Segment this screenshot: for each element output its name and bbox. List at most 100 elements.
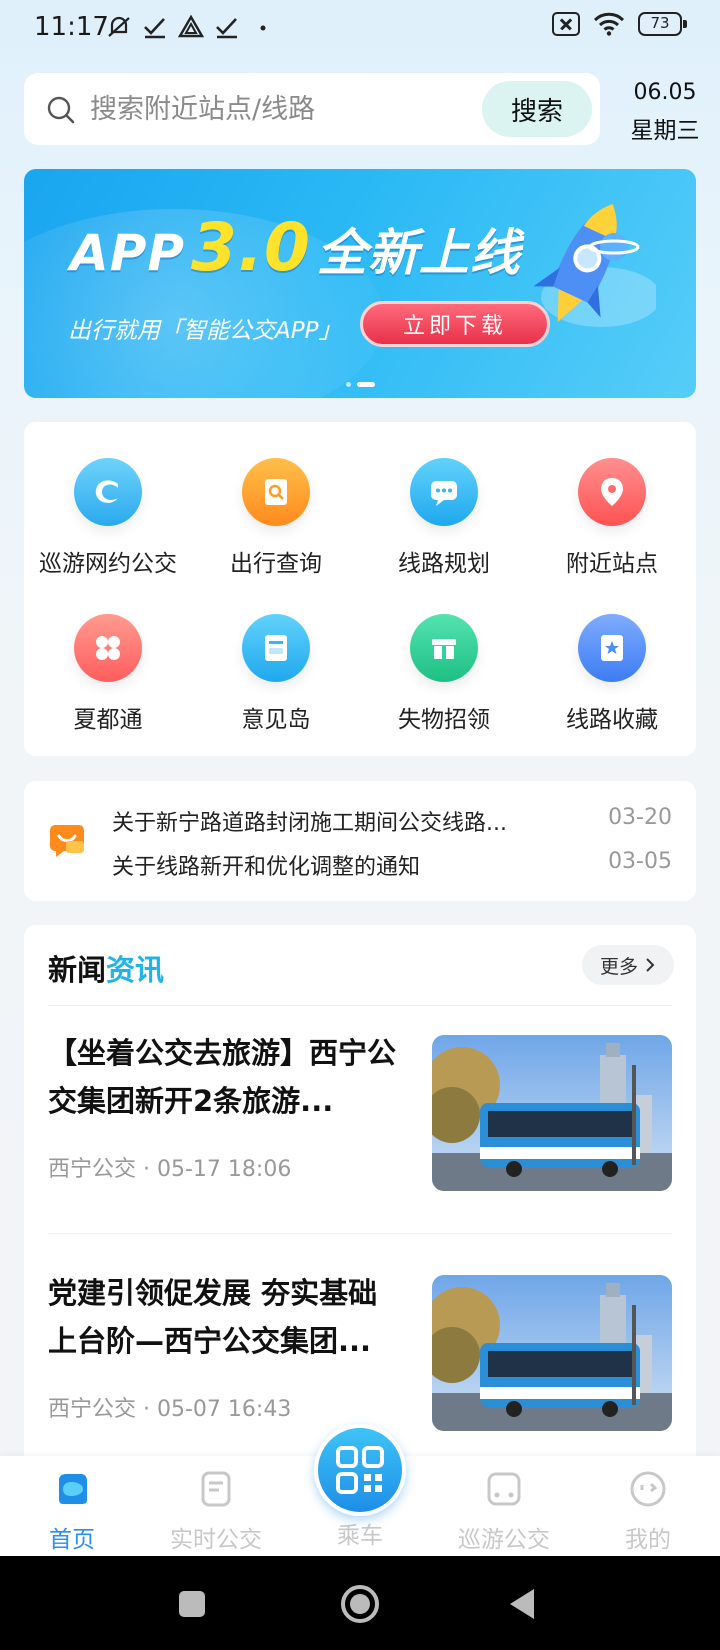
news-source: 西宁公交 <box>48 1397 137 1422</box>
mute-icon <box>106 14 132 40</box>
news-thumbnail <box>432 1275 672 1431</box>
news-more-button[interactable]: 更多 <box>582 945 674 985</box>
feature-route-favorites[interactable]: 线路收藏 <box>528 578 696 733</box>
date-display: 06.05 星期三 <box>620 80 710 145</box>
feature-travel-query[interactable]: 出行查询 <box>192 422 360 577</box>
notice-item[interactable]: 关于线路新开和优化调整的通知 03-05 <box>112 849 672 880</box>
news-section: 新闻资讯 更多 【坐着公交去旅游】西宁公交集团新开2条旅游... 西宁公交 · … <box>24 925 696 1465</box>
notice-item[interactable]: 关于新宁路道路封闭施工期间公交线路... 03-20 <box>112 805 672 836</box>
feature-xiadu-tong[interactable]: 夏都通 <box>24 578 192 733</box>
doc-search-icon <box>242 458 310 526</box>
notice-board: 关于新宁路道路封闭施工期间公交线路... 03-20 关于线路新开和优化调整的通… <box>24 781 696 901</box>
nav-label: 乘车 <box>337 1523 383 1549</box>
tab-cruise-bus[interactable]: 巡游公交 <box>432 1456 576 1556</box>
date-day: 06.05 <box>633 80 697 105</box>
feature-nearby-stops[interactable]: 附近站点 <box>528 422 696 577</box>
tab-home[interactable]: 首页 <box>0 1456 144 1556</box>
news-time: 05-07 16:43 <box>157 1397 292 1422</box>
news-title: 【坐着公交去旅游】西宁公交集团新开2条旅游... <box>48 1036 397 1118</box>
check-icon <box>142 14 168 40</box>
nav-label: 实时公交 <box>170 1527 262 1553</box>
status-time: 11:17 <box>34 12 109 42</box>
announcement-icon <box>50 825 84 857</box>
tab-realtime-bus[interactable]: 实时公交 <box>144 1456 288 1556</box>
news-source: 西宁公交 <box>48 1157 137 1182</box>
feature-label: 夏都通 <box>73 707 143 733</box>
battery-indicator: 73 <box>638 12 687 36</box>
no-sim-icon <box>552 12 580 36</box>
date-weekday: 星期三 <box>630 118 700 144</box>
chat-bubble-icon <box>410 458 478 526</box>
search-button[interactable]: 搜索 <box>482 81 592 137</box>
feature-label: 失物招领 <box>398 707 490 733</box>
rocket-icon <box>533 204 656 327</box>
search-bar[interactable]: 搜索 <box>24 73 600 145</box>
check-icon <box>214 14 240 40</box>
dot-icon <box>250 14 276 40</box>
profile-face-icon <box>630 1471 666 1507</box>
news-title: 党建引领促发展 夯实基础上台阶—西宁公交集团... <box>48 1276 378 1358</box>
feature-lost-found[interactable]: 失物招领 <box>360 578 528 733</box>
bus-front-icon <box>487 1472 521 1506</box>
feature-grid: 巡游网约公交 出行查询 线路规划 附近站点 夏都通 意见岛 失物招领 线路收藏 <box>24 422 696 756</box>
news-more-label: 更多 <box>599 955 638 978</box>
feature-label: 出行查询 <box>230 551 322 577</box>
search-icon <box>47 96 75 124</box>
chevron-right-icon <box>646 958 655 972</box>
qr-code-icon <box>336 1446 384 1494</box>
news-thumbnail <box>432 1035 672 1191</box>
banner-dot-active[interactable] <box>357 382 375 387</box>
search-input[interactable] <box>90 91 470 127</box>
home-button-icon[interactable] <box>340 1584 380 1624</box>
news-meta: 西宁公交 · 05-17 18:06 <box>48 1157 292 1182</box>
banner-subtitle: 出行就用「智能公交APP」 <box>68 318 342 344</box>
news-meta: 西宁公交 · 05-07 16:43 <box>48 1397 292 1422</box>
banner-title-prefix: APP <box>70 224 185 282</box>
back-icon[interactable] <box>506 1586 538 1622</box>
location-pin-icon <box>578 458 646 526</box>
news-heading: 新闻资讯 <box>48 947 164 989</box>
banner-pagination <box>346 382 375 387</box>
nav-label: 首页 <box>49 1527 95 1553</box>
swirl-icon <box>74 458 142 526</box>
divider <box>48 1233 672 1234</box>
wifi-icon <box>594 12 624 36</box>
home-icon <box>59 1474 87 1504</box>
system-status: 73 <box>552 12 687 36</box>
feature-label: 意见岛 <box>241 707 311 733</box>
ride-qr-button[interactable] <box>314 1424 406 1516</box>
status-bar: 11:17 73 <box>0 0 720 56</box>
grid-flower-icon <box>74 614 142 682</box>
news-heading-accent: 资讯 <box>106 953 165 987</box>
system-navigation-bar <box>0 1556 720 1650</box>
mailbox-icon <box>242 614 310 682</box>
recents-icon[interactable] <box>176 1588 208 1620</box>
divider <box>48 1005 672 1006</box>
feature-label: 巡游网约公交 <box>39 551 177 577</box>
notice-title: 关于线路新开和优化调整的通知 <box>112 855 421 880</box>
banner-title: APP3.0 全新上线 <box>70 209 521 286</box>
notice-date: 03-20 <box>608 805 672 830</box>
news-item[interactable]: 【坐着公交去旅游】西宁公交集团新开2条旅游... 西宁公交 · 05-17 18… <box>48 1029 672 1191</box>
news-heading-plain: 新闻 <box>48 953 107 987</box>
banner-title-version: 3.0 <box>191 209 311 286</box>
nav-label: 我的 <box>625 1527 671 1553</box>
news-item[interactable]: 党建引领促发展 夯实基础上台阶—西宁公交集团... 西宁公交 · 05-07 1… <box>48 1269 672 1431</box>
realtime-bus-icon <box>201 1471 231 1507</box>
notice-title: 关于新宁路道路封闭施工期间公交线路... <box>112 811 507 836</box>
banner-dot[interactable] <box>346 382 351 387</box>
tab-profile[interactable]: 我的 <box>576 1456 720 1556</box>
feature-cruise-bus[interactable]: 巡游网约公交 <box>24 422 192 577</box>
drive-icon <box>177 14 205 40</box>
notice-date: 03-05 <box>608 849 672 874</box>
feature-feedback[interactable]: 意见岛 <box>192 578 360 733</box>
banner-title-suffix: 全新上线 <box>316 224 521 282</box>
feature-route-planning[interactable]: 线路规划 <box>360 422 528 577</box>
box-icon <box>410 614 478 682</box>
feature-label: 线路规划 <box>398 551 490 577</box>
star-bookmark-icon <box>578 614 646 682</box>
nav-label: 巡游公交 <box>458 1527 550 1553</box>
feature-label: 附近站点 <box>566 551 658 577</box>
notification-icons <box>106 14 276 40</box>
promo-banner[interactable]: APP3.0 全新上线 出行就用「智能公交APP」 立即下载 <box>24 169 696 398</box>
